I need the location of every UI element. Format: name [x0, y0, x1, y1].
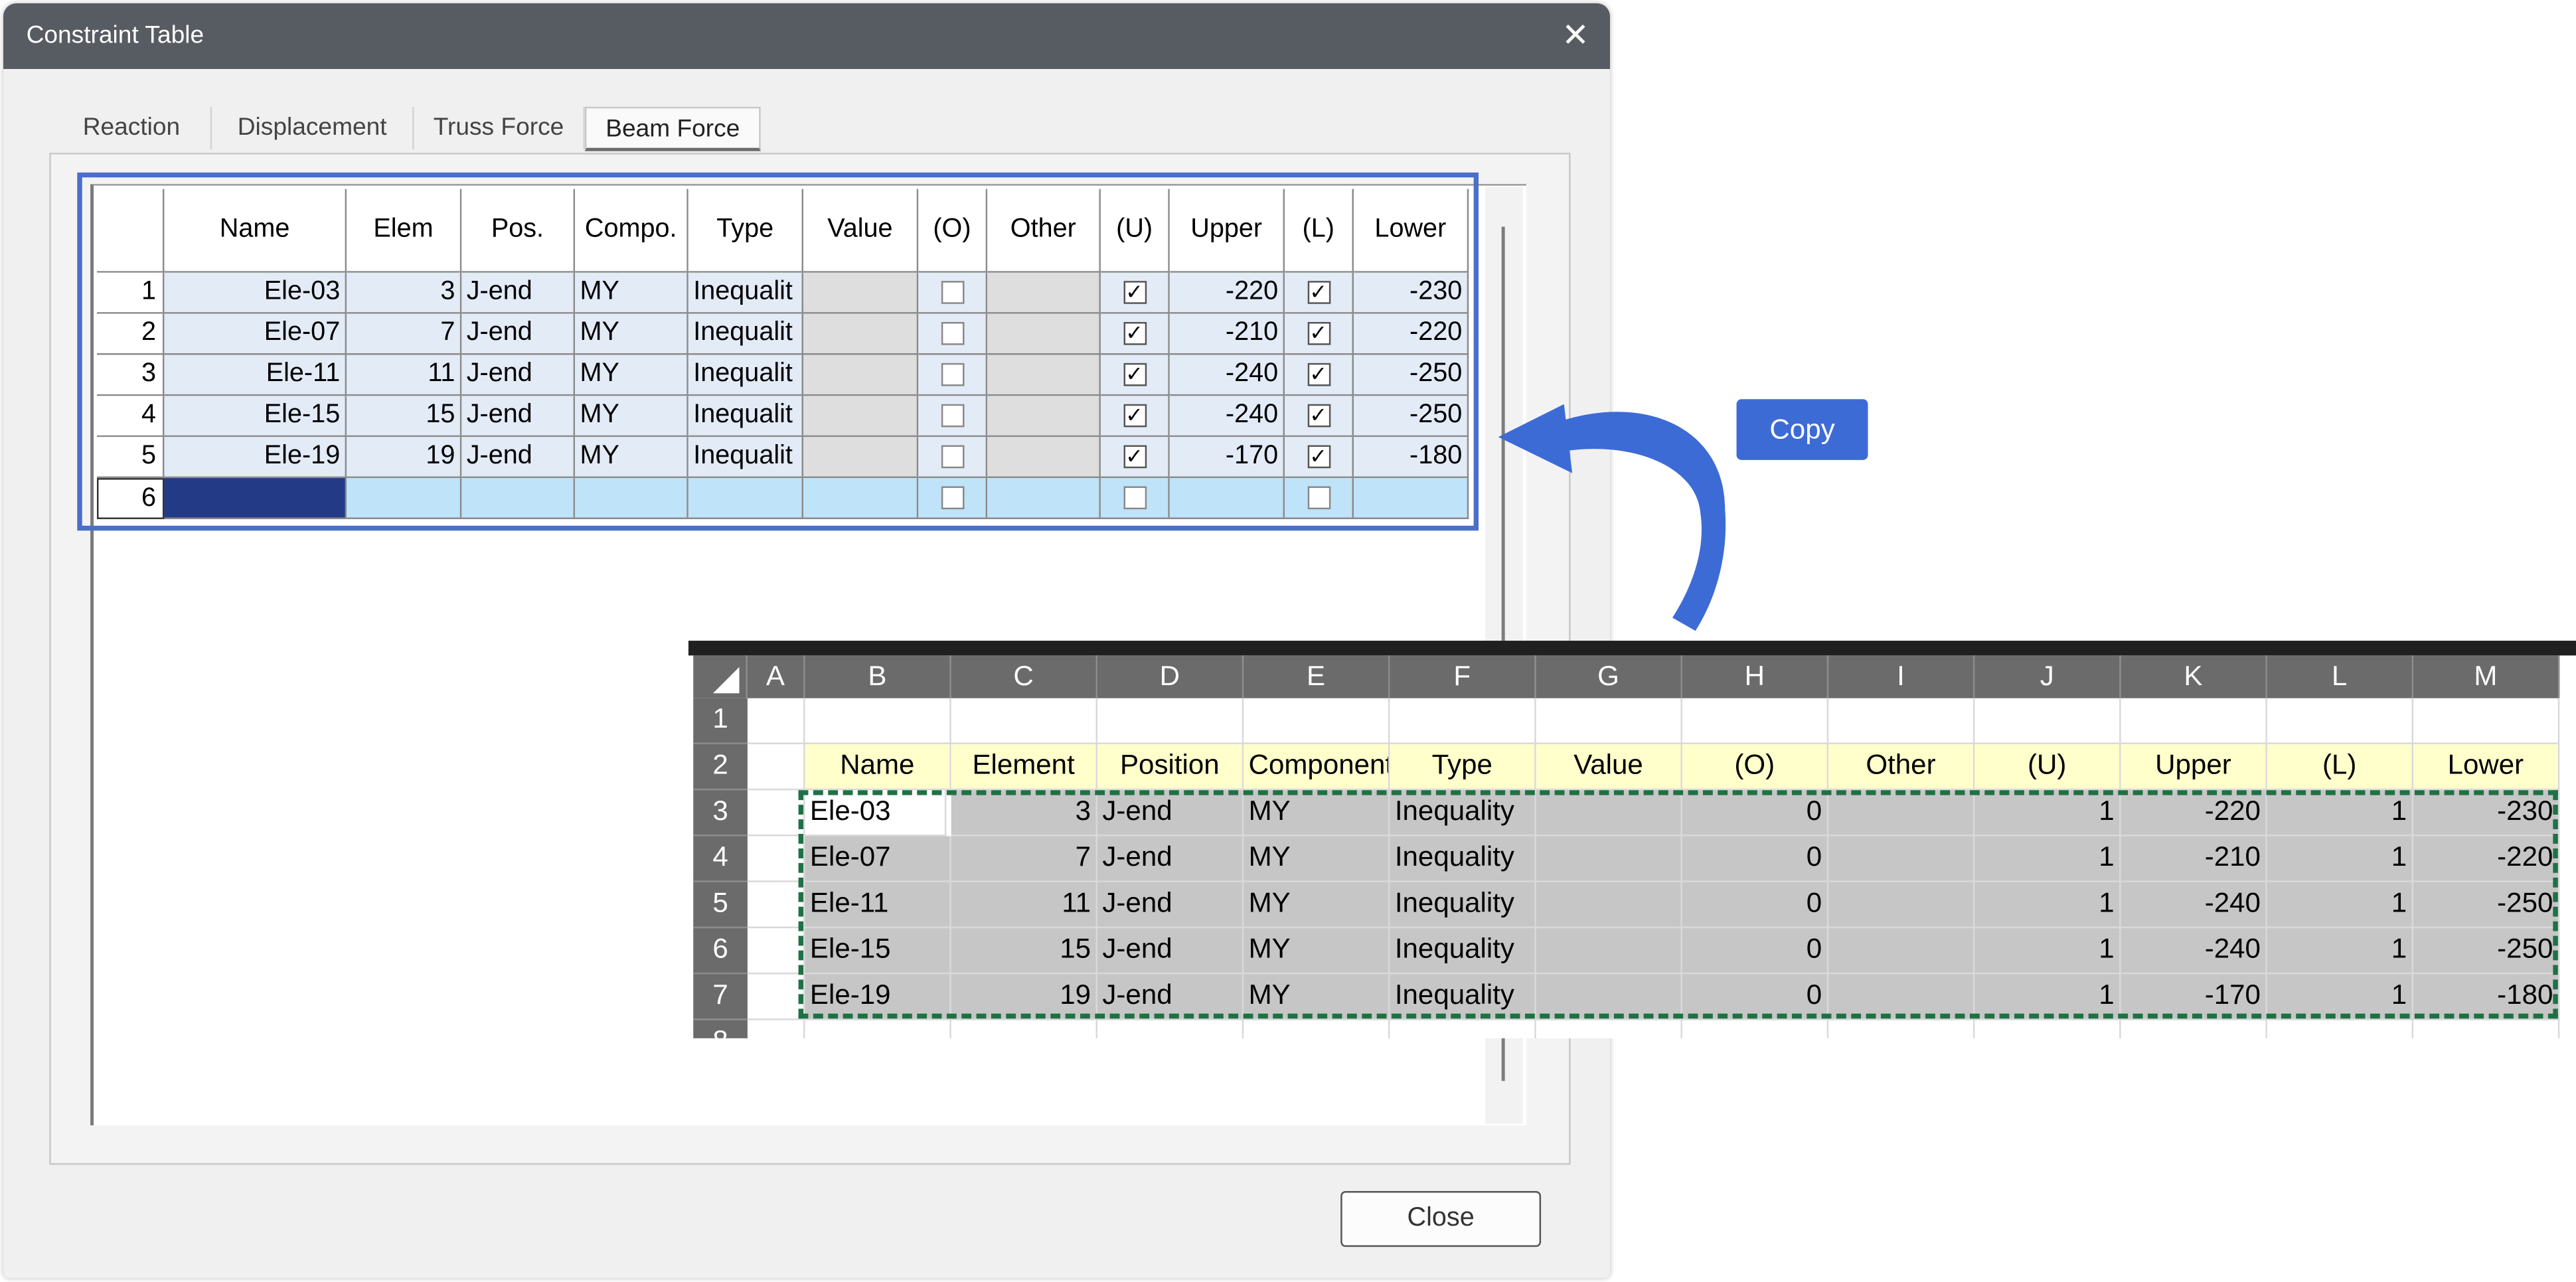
column-header-h[interactable]: H — [1682, 655, 1829, 698]
sheet-cell[interactable] — [1974, 698, 2121, 744]
sheet-cell[interactable] — [2267, 698, 2414, 744]
sheet-cell[interactable] — [747, 974, 805, 1020]
sheet-cell[interactable] — [805, 698, 951, 744]
select-all-triangle-icon — [712, 667, 740, 694]
row-header-4[interactable]: 4 — [693, 836, 748, 882]
sheet-cell[interactable] — [1682, 698, 1829, 744]
row-header-8[interactable]: 8 — [693, 1020, 748, 1038]
sheet-cell[interactable] — [951, 1020, 1097, 1038]
sheet-cell[interactable] — [747, 836, 805, 882]
sheet-cell[interactable] — [747, 928, 805, 975]
sheet-header-cell[interactable]: Position — [1097, 744, 1244, 791]
sheet-cell[interactable] — [747, 698, 805, 744]
row-header-5[interactable]: 5 — [693, 882, 748, 929]
sheet-header-cell[interactable]: (U) — [1974, 744, 2121, 791]
sheet-cell[interactable] — [747, 882, 805, 929]
select-all-corner[interactable] — [693, 655, 748, 698]
sheet-cell[interactable] — [951, 698, 1097, 744]
sheet-cell[interactable] — [2267, 1020, 2414, 1038]
column-header-f[interactable]: F — [1390, 655, 1536, 698]
row-header-6[interactable]: 6 — [693, 928, 748, 975]
row-header-1[interactable]: 1 — [693, 698, 748, 744]
column-header-b[interactable]: B — [805, 655, 951, 698]
sheet-cell[interactable] — [1536, 1020, 1682, 1038]
row-header-2[interactable]: 2 — [693, 744, 748, 791]
sheet-header-cell[interactable]: (O) — [1682, 744, 1829, 791]
column-header-k[interactable]: K — [2121, 655, 2267, 698]
sheet-cell[interactable] — [1390, 698, 1536, 744]
sheet-cell[interactable] — [1828, 1020, 1975, 1038]
row-header-3[interactable]: 3 — [693, 790, 748, 837]
sheet-header-cell[interactable]: Value — [1536, 744, 1682, 791]
sheet-header-cell[interactable]: Component — [1244, 744, 1390, 791]
sheet-cell[interactable] — [1097, 1020, 1244, 1038]
spreadsheet-window: ABCDEFGHIJKLM 12345678 NameElementPosition… — [688, 641, 2576, 1038]
column-header-g[interactable]: G — [1536, 655, 1682, 698]
sheet-cell[interactable] — [1974, 1020, 2121, 1038]
sheet-cell[interactable] — [1536, 698, 1682, 744]
copy-badge: Copy — [1736, 399, 1868, 460]
sheet-cell[interactable] — [747, 744, 805, 791]
screenshot-stage: Constraint Table ✕ Reaction Displacement… — [0, 0, 2576, 1281]
sheet-header-cell[interactable]: Other — [1828, 744, 1975, 791]
sheet-header-cell[interactable]: Type — [1390, 744, 1536, 791]
sheet-cell[interactable] — [2121, 698, 2267, 744]
sheet-cell[interactable] — [748, 1020, 805, 1038]
sheet-cell[interactable] — [1097, 698, 1244, 744]
sheet-header-cell[interactable]: Element — [951, 744, 1097, 791]
sheet-header-cell[interactable]: Lower — [2413, 744, 2560, 791]
copy-marquee-selection — [798, 790, 2558, 1019]
sheet-header-cell[interactable]: (L) — [2267, 744, 2414, 791]
column-header-l[interactable]: L — [2267, 655, 2414, 698]
sheet-cell[interactable] — [1244, 698, 1390, 744]
sheet-cell[interactable] — [805, 1020, 951, 1038]
column-header-m[interactable]: M — [2413, 655, 2560, 698]
sheet-cell[interactable] — [1828, 698, 1975, 744]
sheet-cell[interactable] — [747, 790, 805, 837]
sheet-cell[interactable] — [2121, 1020, 2267, 1038]
column-header-d[interactable]: D — [1097, 655, 1244, 698]
row-header-7[interactable]: 7 — [693, 974, 748, 1020]
column-header-c[interactable]: C — [951, 655, 1097, 698]
sheet-cell[interactable] — [2413, 1020, 2560, 1038]
sheet-header-cell[interactable]: Name — [805, 744, 951, 791]
column-header-a[interactable]: A — [747, 655, 805, 698]
sheet-cell[interactable] — [2413, 698, 2560, 744]
spreadsheet-top-bar — [688, 641, 2576, 656]
sheet-header-cell[interactable]: Upper — [2121, 744, 2267, 791]
sheet-cell[interactable] — [1390, 1020, 1536, 1038]
column-header-i[interactable]: I — [1828, 655, 1975, 698]
sheet-cell[interactable] — [1682, 1020, 1829, 1038]
sheet-cell[interactable] — [1244, 1020, 1390, 1038]
column-header-e[interactable]: E — [1244, 655, 1390, 698]
column-header-j[interactable]: J — [1974, 655, 2121, 698]
